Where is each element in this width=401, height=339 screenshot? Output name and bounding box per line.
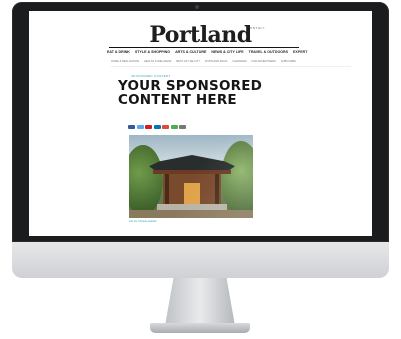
share-buttons bbox=[128, 125, 186, 129]
nav-item-arts-culture[interactable]: ARTS & CULTURE bbox=[175, 50, 206, 56]
nav-item-expert[interactable]: EXPERT bbox=[293, 50, 307, 56]
more-share-button[interactable] bbox=[179, 125, 186, 129]
subnav-item-mags[interactable]: PORTLAND MAGS bbox=[205, 60, 227, 65]
pavilion-roof bbox=[149, 155, 235, 171]
nav-item-news-city-life[interactable]: NEWS & CITY LIFE bbox=[211, 50, 243, 56]
nav-divider bbox=[111, 66, 351, 67]
subnav-item-subscribe[interactable]: SUBSCRIBE bbox=[281, 60, 296, 65]
headline-line-2: CONTENT HERE bbox=[118, 92, 237, 108]
subnav-item-best-of[interactable]: BEST OF THE CITY bbox=[176, 60, 200, 65]
google-share-button[interactable] bbox=[162, 125, 169, 129]
twitter-share-button[interactable] bbox=[136, 125, 144, 129]
subnav-item-calendar[interactable]: CALENDAR bbox=[232, 60, 246, 65]
monitor-chin bbox=[12, 242, 389, 278]
article-headline: YOUR SPONSORED CONTENT HERE bbox=[118, 79, 298, 107]
headline-line-1: YOUR SPONSORED bbox=[118, 78, 263, 94]
pavilion-door bbox=[184, 183, 200, 204]
nav-item-travel-outdoors[interactable]: TRAVEL & OUTDOORS bbox=[249, 50, 288, 56]
subnav-item-home[interactable]: HOME & REAL ESTATE bbox=[111, 60, 139, 65]
facebook-share-button[interactable] bbox=[128, 125, 135, 129]
linkedin-share-button[interactable] bbox=[153, 125, 161, 129]
nav-item-eat-drink[interactable]: EAT & DRINK bbox=[107, 50, 130, 56]
monitor-stand-base bbox=[150, 323, 250, 333]
main-nav: EAT & DRINK STYLE & SHOPPING ARTS & CULT… bbox=[107, 50, 327, 56]
subnav-item-health[interactable]: HEALTH & WELLNESS bbox=[144, 60, 171, 65]
header-rule bbox=[109, 47, 299, 48]
article-photo bbox=[129, 135, 253, 218]
camera-icon bbox=[195, 5, 199, 9]
pavilion-pillar bbox=[165, 174, 169, 204]
nav-item-style-shopping[interactable]: STYLE & SHOPPING bbox=[135, 50, 170, 56]
email-share-button[interactable] bbox=[170, 125, 178, 129]
photo-caption: Lan Su Chinese Garden bbox=[129, 220, 157, 223]
monitor-bezel: MONTHLY Portland EAT & DRINK STYLE & SHO… bbox=[12, 2, 389, 242]
site-logo[interactable]: Portland bbox=[29, 22, 372, 48]
pinterest-share-button[interactable] bbox=[145, 125, 152, 129]
site-topbar bbox=[29, 11, 372, 20]
pavilion-pillar bbox=[215, 174, 219, 204]
secondary-nav: HOME & REAL ESTATE HEALTH & WELLNESS BES… bbox=[111, 60, 341, 65]
monitor-screen: MONTHLY Portland EAT & DRINK STYLE & SHO… bbox=[29, 11, 372, 236]
monitor-stand-neck bbox=[165, 278, 235, 326]
subnav-item-advertisers[interactable]: FOR ADVERTISERS bbox=[252, 60, 276, 65]
photo-ground bbox=[129, 210, 253, 218]
